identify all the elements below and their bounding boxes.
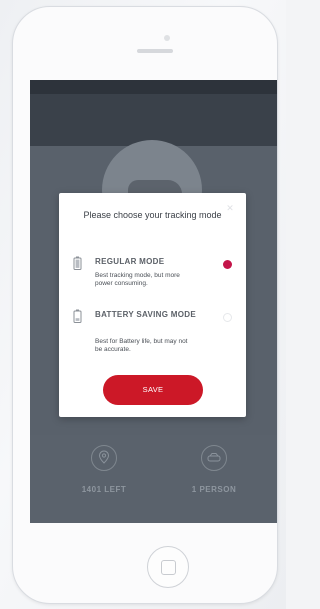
option-regular-title: REGULAR MODE xyxy=(95,257,165,266)
option-regular-description: Best tracking mode, but more power consu… xyxy=(95,272,180,287)
option-battery-saving-title: BATTERY SAVING MODE xyxy=(95,310,196,319)
tracking-mode-dialog: ✕ Please choose your tracking mode REGUL… xyxy=(59,193,246,417)
status-bar xyxy=(30,80,277,94)
battery-low-icon xyxy=(73,309,82,323)
front-camera xyxy=(164,35,170,41)
save-button[interactable]: SAVE xyxy=(103,375,203,405)
close-icon[interactable]: ✕ xyxy=(225,203,235,213)
location-pin-icon xyxy=(91,445,117,471)
battery-full-icon xyxy=(73,256,82,270)
app-header xyxy=(30,94,277,146)
radio-regular-selected[interactable] xyxy=(223,260,232,269)
home-button[interactable] xyxy=(147,546,189,588)
dialog-title: Please choose your tracking mode xyxy=(83,210,222,220)
option-battery-saving-description: Best for Battery life, but may not be ac… xyxy=(95,338,188,353)
car-icon xyxy=(201,445,227,471)
stats-bar: 1401 LEFT 1 PERSON xyxy=(30,435,277,523)
speaker-grille xyxy=(137,49,173,53)
stat-remaining: 1401 LEFT xyxy=(44,435,164,494)
stat-persons-value: 1 PERSON xyxy=(191,485,237,494)
stat-persons: 1 PERSON xyxy=(154,435,274,494)
stat-remaining-value: 1401 LEFT xyxy=(81,485,127,494)
home-square-icon xyxy=(161,560,176,575)
radio-battery-saving-unselected[interactable] xyxy=(223,313,232,322)
